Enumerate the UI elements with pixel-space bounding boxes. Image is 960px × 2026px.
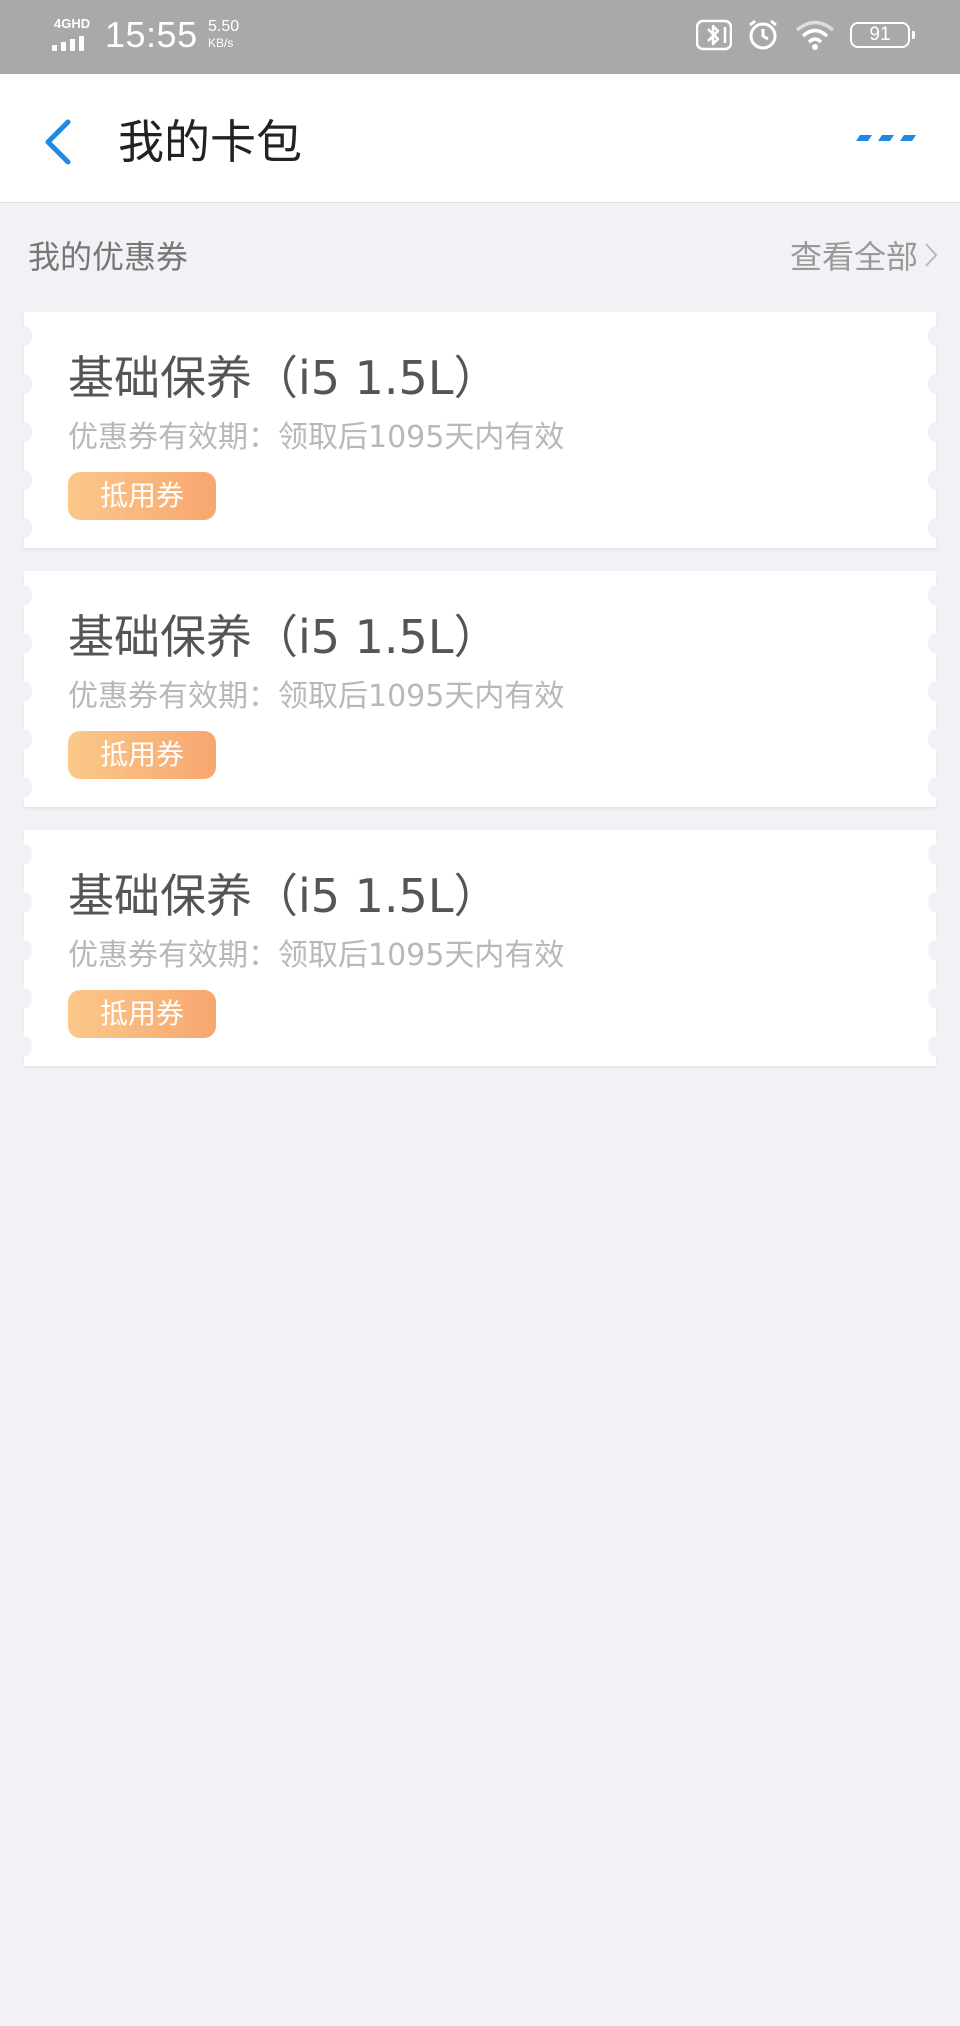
ticket-notch-edge (18, 312, 32, 548)
network-speed-value: 5.50 (208, 18, 240, 35)
status-time: 15:55 (105, 14, 198, 55)
coupon-title: 基础保养（i5 1.5L） (68, 610, 500, 664)
ticket-notch-edge (928, 571, 942, 807)
title-bar: 我的卡包 (0, 74, 960, 203)
wifi-icon (795, 20, 835, 50)
coupon-validity: 优惠券有效期：领取后1095天内有效 (68, 938, 565, 973)
more-dots-icon (856, 135, 916, 141)
ticket-notch-edge (18, 830, 32, 1066)
coupon-card[interactable]: 基础保养（i5 1.5L） 优惠券有效期：领取后1095天内有效 抵用券 (18, 830, 942, 1066)
battery-icon: 91 (850, 22, 915, 48)
coupon-title: 基础保养（i5 1.5L） (68, 869, 500, 923)
network-speed-unit: KB/s (208, 36, 234, 50)
ticket-notch-edge (928, 312, 942, 548)
coupon-card[interactable]: 基础保养（i5 1.5L） 优惠券有效期：领取后1095天内有效 抵用券 (18, 571, 942, 807)
bluetooth-icon (696, 19, 732, 51)
status-bar: 4GHD 15:55 5.50 KB/s 91 (0, 0, 960, 74)
chevron-left-icon (45, 119, 71, 165)
more-button[interactable] (854, 130, 916, 146)
coupon-type-badge: 抵用券 (68, 990, 216, 1038)
coupon-card[interactable]: 基础保养（i5 1.5L） 优惠券有效期：领取后1095天内有效 抵用券 (18, 312, 942, 548)
signal-icon: 4GHD (52, 14, 94, 54)
status-icons: 91 (696, 18, 915, 52)
network-type: 4GHD (54, 16, 91, 31)
coupon-type-badge: 抵用券 (68, 472, 216, 520)
alarm-icon (749, 19, 777, 50)
ticket-notch-edge (928, 830, 942, 1066)
ticket-notch-edge (18, 571, 32, 807)
coupon-validity: 优惠券有效期：领取后1095天内有效 (68, 420, 565, 455)
network-speed: 5.50 KB/s (208, 18, 239, 52)
view-all-link[interactable]: 查看全部 (790, 232, 938, 278)
section-title: 我的优惠券 (28, 238, 189, 276)
view-all-label: 查看全部 (789, 238, 918, 276)
coupon-validity: 优惠券有效期：领取后1095天内有效 (68, 679, 565, 714)
back-button[interactable] (36, 106, 86, 176)
coupon-type-badge: 抵用券 (68, 731, 216, 779)
page-title: 我的卡包 (118, 115, 302, 169)
coupon-title: 基础保养（i5 1.5L） (68, 351, 500, 405)
chevron-right-icon (925, 243, 938, 267)
